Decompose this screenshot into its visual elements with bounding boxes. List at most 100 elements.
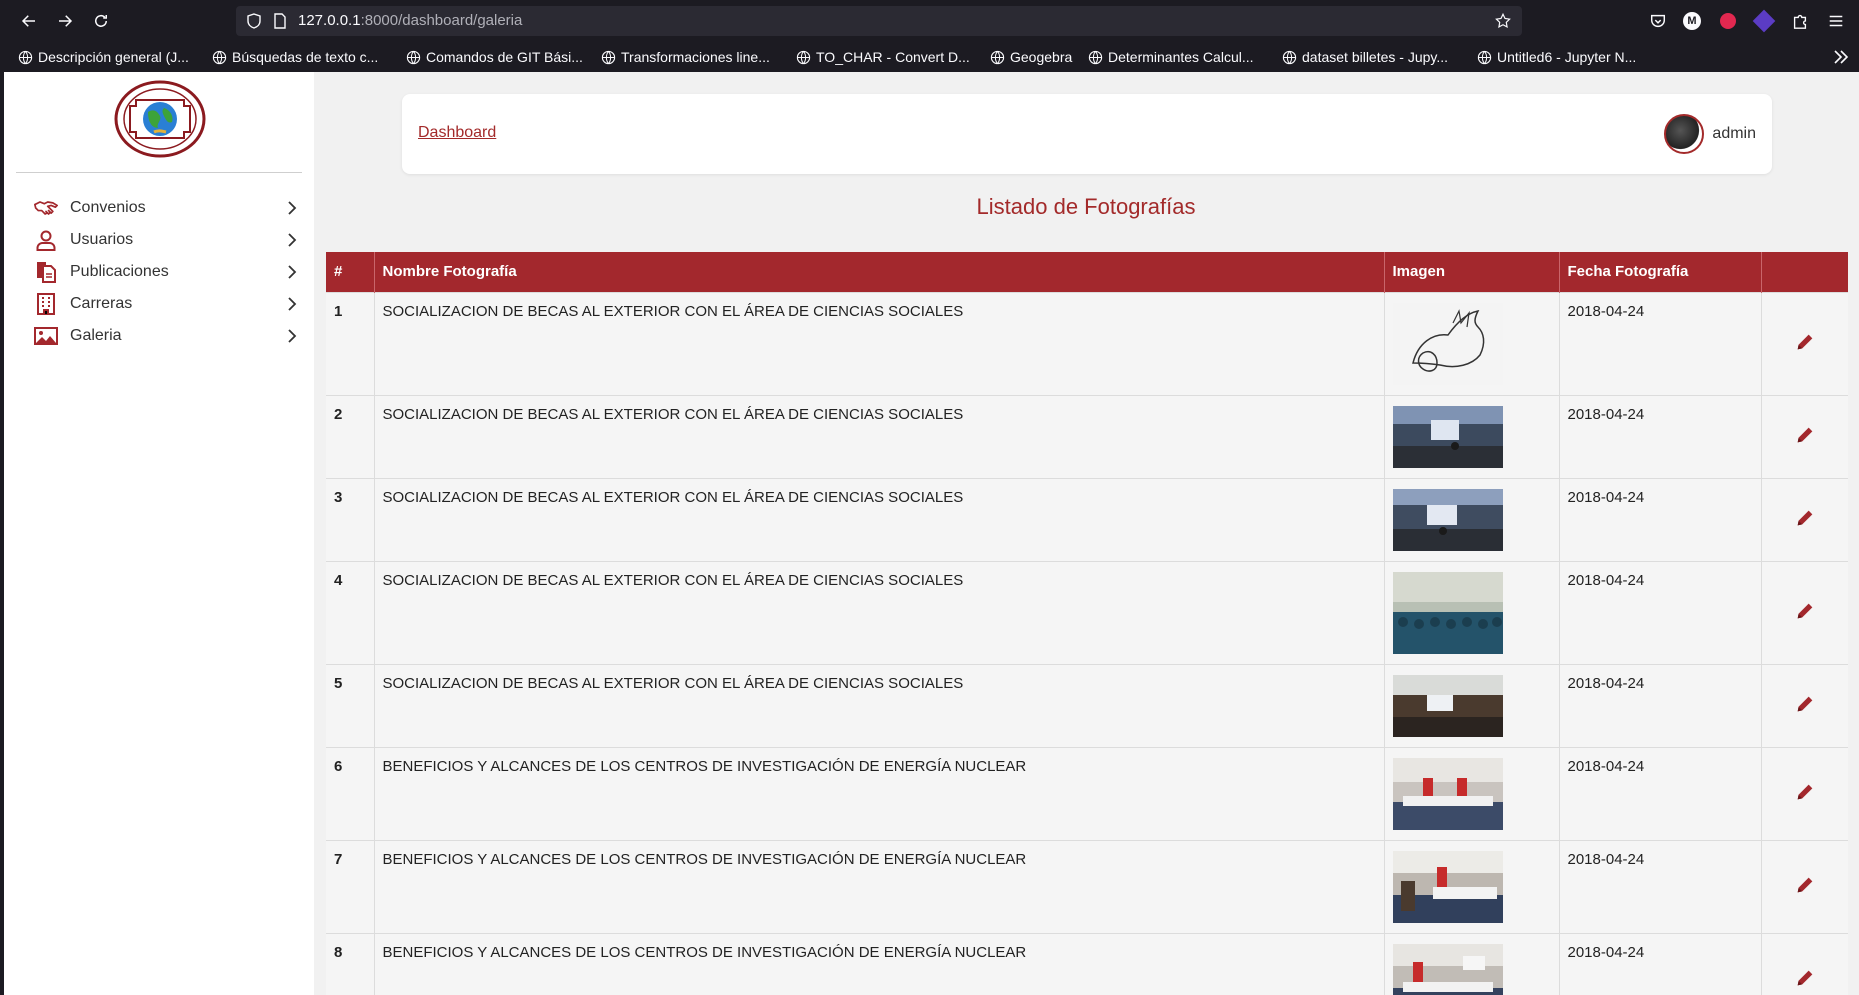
photo-name: SOCIALIZACION DE BECAS AL EXTERIOR CON E… — [374, 291, 1385, 395]
edit-pencil-icon[interactable] — [1794, 874, 1816, 896]
institution-logo[interactable] — [114, 80, 206, 158]
sidebar-item-galeria[interactable]: Galeria — [32, 320, 300, 352]
globe-icon — [1282, 50, 1297, 64]
breadcrumb-dashboard[interactable]: Dashboard — [418, 124, 496, 142]
edit-pencil-icon[interactable] — [1794, 600, 1816, 622]
chevron-double-right-icon[interactable] — [1831, 47, 1851, 67]
table-header-row: # Nombre Fotografía Imagen Fecha Fotogra… — [326, 252, 1848, 292]
edit-pencil-icon[interactable] — [1794, 331, 1816, 353]
table-row: 6 BENEFICIOS Y ALCANCES DE LOS CENTROS D… — [326, 746, 1848, 840]
bookmark-label: Descripción general (J... — [38, 49, 189, 65]
col-header-date: Fecha Fotografía — [1559, 252, 1762, 292]
photo-thumbnail[interactable] — [1392, 302, 1503, 385]
url-text[interactable]: 127.0.0.1:8000/dashboard/galeria — [298, 12, 522, 29]
user-menu[interactable]: admin — [1664, 114, 1756, 154]
avatar[interactable] — [1664, 114, 1705, 154]
bookmark-item[interactable]: Comandos de GIT Bási... — [406, 47, 583, 67]
bookmark-item[interactable]: Descripción general (J... — [18, 47, 189, 67]
photo-thumbnail[interactable] — [1392, 850, 1503, 923]
arrow-right-icon — [59, 15, 73, 27]
bookmark-label: Geogebra — [1010, 49, 1073, 65]
pocket-icon[interactable] — [1648, 11, 1668, 31]
bookmark-star-icon[interactable] — [1494, 12, 1512, 30]
actions-cell — [1761, 477, 1848, 561]
photo-thumbnail[interactable] — [1392, 488, 1503, 551]
bookmark-item[interactable]: Determinantes Calcul... — [1088, 47, 1254, 67]
photo-date: 2018-04-24 — [1559, 663, 1762, 747]
chevron-right-icon — [288, 265, 297, 279]
extension-m-badge: M — [1683, 12, 1701, 30]
photo-name: SOCIALIZACION DE BECAS AL EXTERIOR CON E… — [374, 477, 1385, 561]
bookmark-item[interactable]: dataset billetes - Jupy... — [1282, 47, 1448, 67]
bookmark-item[interactable]: Búsquedas de texto c... — [212, 47, 378, 67]
col-header-name: Nombre Fotografía — [374, 252, 1385, 292]
row-number: 6 — [326, 746, 375, 840]
globe-icon — [1477, 50, 1492, 64]
handshake-icon — [32, 196, 60, 220]
globe-icon — [601, 50, 616, 64]
photo-thumbnail[interactable] — [1392, 757, 1503, 830]
sidebar-item-usuarios[interactable]: Usuarios — [32, 224, 300, 256]
menu-hamburger-icon[interactable] — [1826, 11, 1846, 31]
photo-date: 2018-04-24 — [1559, 291, 1762, 395]
extension-m-icon[interactable]: M — [1682, 11, 1702, 31]
browser-chrome: 127.0.0.1:8000/dashboard/galeria M Descr… — [0, 0, 1859, 72]
chevron-right-icon — [288, 233, 297, 247]
extensions-puzzle-icon[interactable] — [1790, 11, 1810, 31]
photo-thumbnail[interactable] — [1392, 674, 1503, 737]
image-icon — [32, 324, 60, 348]
edit-pencil-icon[interactable] — [1794, 781, 1816, 803]
sidebar: Convenios Usuarios Publicaciones Carrera… — [4, 72, 314, 995]
bookmark-item[interactable]: Untitled6 - Jupyter N... — [1477, 47, 1636, 67]
bookmarks-bar: Descripción general (J... Búsquedas de t… — [0, 42, 1859, 72]
photo-thumbnail[interactable] — [1392, 405, 1503, 468]
actions-cell — [1761, 560, 1848, 664]
shield-icon[interactable] — [246, 13, 262, 29]
lock-extension-icon[interactable] — [1718, 11, 1738, 31]
bookmark-label: Transformaciones line... — [621, 49, 770, 65]
edit-pencil-icon[interactable] — [1794, 507, 1816, 529]
sidebar-item-label: Usuarios — [70, 231, 134, 248]
photo-name: SOCIALIZACION DE BECAS AL EXTERIOR CON E… — [374, 394, 1385, 478]
table-row: 7 BENEFICIOS Y ALCANCES DE LOS CENTROS D… — [326, 839, 1848, 933]
globe-icon — [406, 50, 421, 64]
forward-button[interactable] — [52, 8, 78, 34]
sidebar-item-convenios[interactable]: Convenios — [32, 192, 300, 224]
edit-pencil-icon[interactable] — [1794, 424, 1816, 446]
actions-cell — [1761, 932, 1848, 995]
bookmark-item[interactable]: Geogebra — [990, 47, 1072, 67]
sidebar-item-carreras[interactable]: Carreras — [32, 288, 300, 320]
sidebar-item-publicaciones[interactable]: Publicaciones — [32, 256, 300, 288]
globe-icon — [990, 50, 1005, 64]
bookmark-label: Determinantes Calcul... — [1108, 49, 1254, 65]
page-icon — [274, 13, 286, 29]
bookmark-label: Búsquedas de texto c... — [232, 49, 379, 65]
browser-toolbar: 127.0.0.1:8000/dashboard/galeria M — [0, 0, 1859, 42]
bookmark-item[interactable]: Transformaciones line... — [601, 47, 770, 67]
reload-button[interactable] — [88, 8, 114, 34]
sidebar-item-label: Galeria — [70, 327, 122, 344]
edit-pencil-icon[interactable] — [1794, 693, 1816, 715]
col-header-number: # — [326, 252, 375, 292]
back-button[interactable] — [16, 8, 42, 34]
proton-extension-icon[interactable] — [1752, 9, 1776, 33]
building-icon — [32, 292, 60, 316]
photo-cell — [1384, 932, 1560, 995]
table-row: 1 SOCIALIZACION DE BECAS AL EXTERIOR CON… — [326, 291, 1848, 395]
chevron-right-icon — [288, 297, 297, 311]
row-number: 2 — [326, 394, 375, 478]
row-number: 1 — [326, 291, 375, 395]
photo-date: 2018-04-24 — [1559, 394, 1762, 478]
chevron-right-icon — [288, 201, 297, 215]
address-bar[interactable]: 127.0.0.1:8000/dashboard/galeria — [236, 6, 1522, 36]
photo-date: 2018-04-24 — [1559, 477, 1762, 561]
bookmark-item[interactable]: TO_CHAR - Convert D... — [796, 47, 970, 67]
page-title: Listado de Fotografías — [976, 194, 1196, 219]
photo-date: 2018-04-24 — [1559, 839, 1762, 933]
edit-pencil-icon[interactable] — [1794, 967, 1816, 989]
table-body: 1 SOCIALIZACION DE BECAS AL EXTERIOR CON… — [326, 291, 1848, 995]
photo-thumbnail[interactable] — [1392, 571, 1503, 654]
globe-icon — [1088, 50, 1103, 64]
photo-thumbnail[interactable] — [1392, 943, 1503, 995]
photo-cell — [1384, 477, 1560, 561]
